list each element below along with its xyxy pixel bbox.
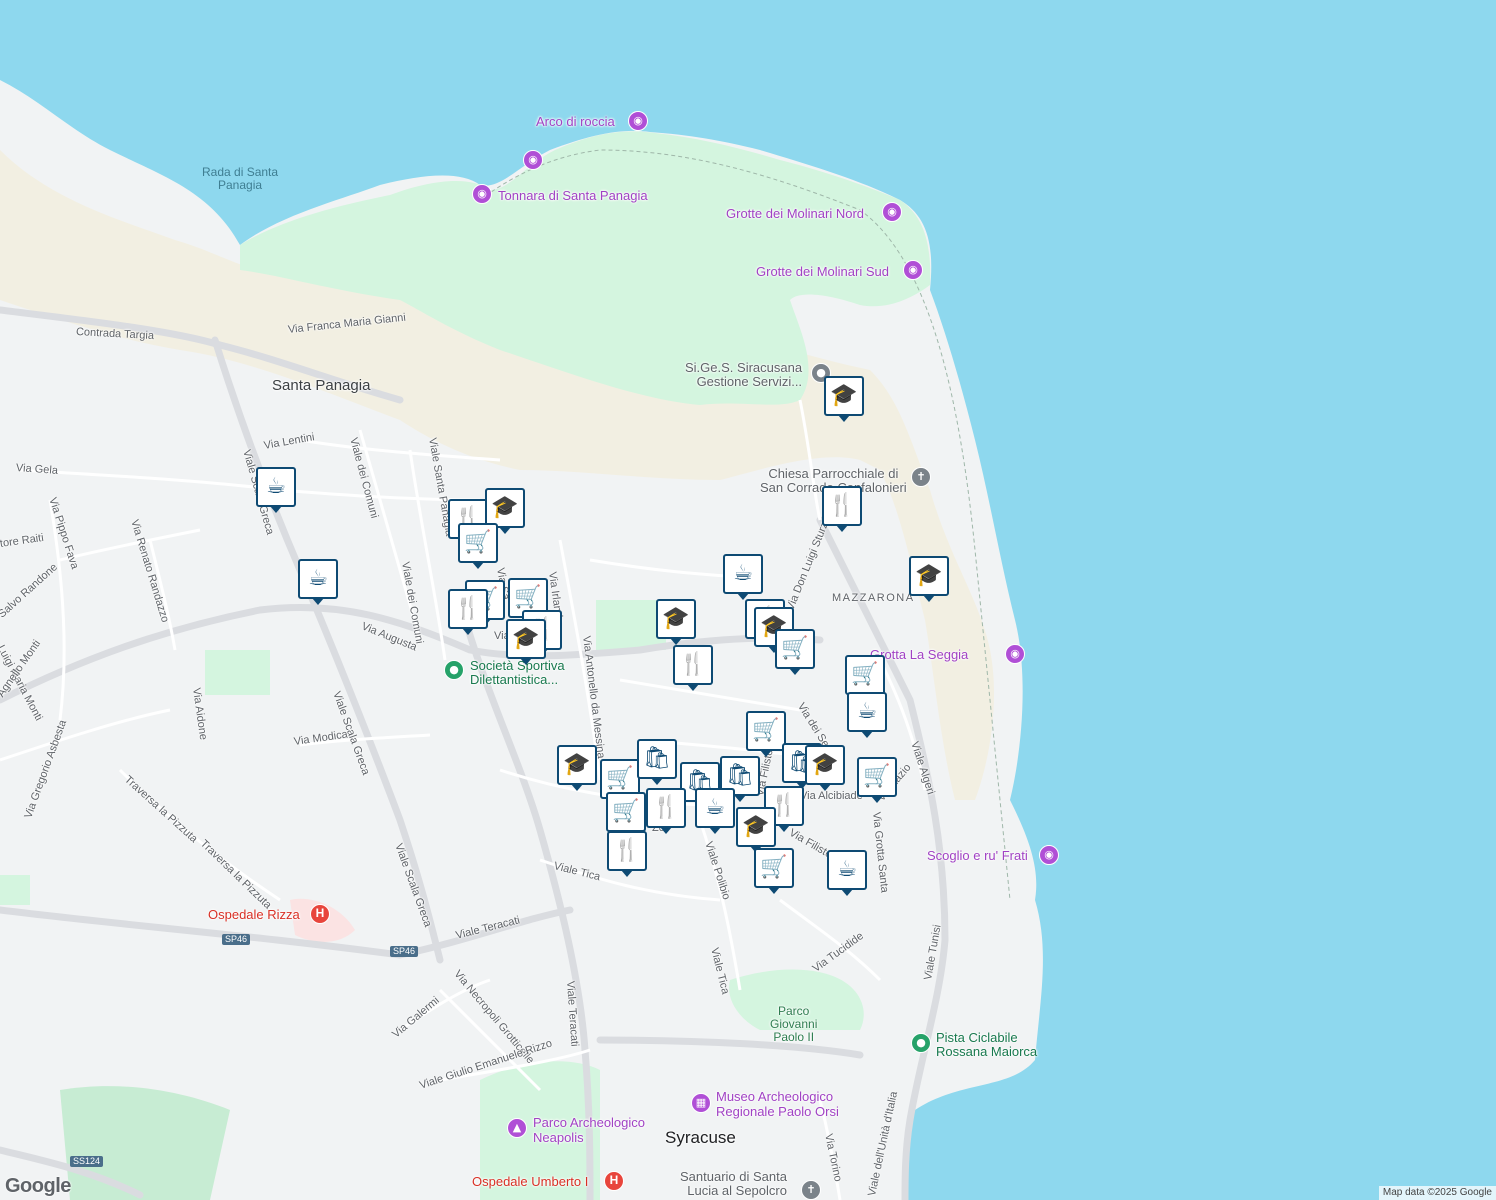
school-icon[interactable]: 🎓: [506, 619, 546, 665]
restaurant-icon[interactable]: 🍴: [822, 486, 862, 532]
place-santa-panagia: Santa Panagia: [272, 377, 371, 394]
poi-museo-paolo-orsi[interactable]: Museo Archeologico Regionale Paolo Orsi: [716, 1089, 839, 1119]
poi-grotte-molinari-nord[interactable]: Grotte dei Molinari Nord: [726, 206, 864, 221]
poi-scoglio-ru-frati[interactable]: Scoglio e ru' Frati: [927, 848, 1028, 863]
street-alcibiade: Via Alcibiade: [800, 790, 863, 802]
cafe-icon[interactable]: ☕: [723, 554, 763, 600]
restaurant-icon[interactable]: 🍴: [448, 589, 488, 635]
map-attribution[interactable]: Map data ©2025 Google: [1378, 1186, 1496, 1200]
restaurant-icon[interactable]: 🍴: [607, 831, 647, 877]
poi-arco-di-roccia[interactable]: Arco di roccia: [536, 114, 615, 129]
grocery-icon[interactable]: 🛒: [857, 757, 897, 803]
shopping-bag-icon[interactable]: 🛍: [637, 739, 677, 785]
restaurant-icon[interactable]: 🍴: [673, 645, 713, 691]
school-icon[interactable]: 🎓: [824, 376, 864, 422]
grocery-icon[interactable]: 🛒: [775, 629, 815, 675]
green-area-west: [205, 650, 270, 695]
camera-icon[interactable]: ◉: [628, 111, 648, 131]
school-icon[interactable]: 🎓: [485, 488, 525, 534]
bike-icon[interactable]: ●: [911, 1033, 931, 1053]
grocery-icon[interactable]: 🛒: [845, 655, 885, 701]
poi-parco-neapolis[interactable]: Parco Archeologico Neapolis: [533, 1115, 645, 1145]
cafe-icon[interactable]: ☕: [695, 788, 735, 834]
museum-icon[interactable]: ▦: [691, 1093, 711, 1113]
place-syracuse: Syracuse: [665, 1128, 736, 1147]
camera-icon[interactable]: ◉: [523, 150, 543, 170]
road-shield-sp46: SP46: [222, 934, 251, 945]
poi-grotte-molinari-sud[interactable]: Grotte dei Molinari Sud: [756, 264, 889, 279]
poi-societa-sportiva[interactable]: Società Sportiva Dilettantistica...: [470, 659, 565, 687]
grocery-icon[interactable]: 🛒: [458, 523, 498, 569]
grocery-icon[interactable]: 🛒: [606, 792, 646, 838]
hospital-icon[interactable]: H: [604, 1171, 624, 1191]
poi-pista-ciclabile[interactable]: Pista Ciclabile Rossana Maiorca: [936, 1031, 1037, 1059]
poi-tonnara-santa-panagia[interactable]: Tonnara di Santa Panagia: [498, 188, 648, 203]
park-icon[interactable]: ▲: [507, 1118, 527, 1138]
school-icon[interactable]: 🎓: [909, 556, 949, 602]
cafe-icon[interactable]: ☕: [847, 692, 887, 738]
place-mazzarona: MAZZARONA: [832, 592, 915, 604]
poi-parco-giovanni-paolo[interactable]: Parco Giovanni Paolo II: [770, 1005, 817, 1044]
poi-santuario-santa-lucia[interactable]: Santuario di Santa Lucia al Sepolcro: [680, 1170, 787, 1198]
school-icon[interactable]: 🎓: [805, 745, 845, 791]
cafe-icon[interactable]: ☕: [298, 559, 338, 605]
camera-icon[interactable]: ◉: [1005, 644, 1025, 664]
green-area-edge: [0, 875, 30, 905]
poi-ospedale-rizza[interactable]: Ospedale Rizza: [208, 907, 300, 922]
road-shield-sp46: SP46: [390, 946, 419, 957]
poi-sigess[interactable]: Si.Ge.S. Siracusana Gestione Servizi...: [685, 361, 802, 389]
church-icon[interactable]: ✝: [801, 1180, 821, 1200]
camera-icon[interactable]: ◉: [903, 260, 923, 280]
google-logo: Google: [5, 1175, 71, 1197]
grocery-icon[interactable]: 🛒: [754, 848, 794, 894]
poi-ospedale-umberto[interactable]: Ospedale Umberto I: [472, 1174, 588, 1189]
grocery-icon[interactable]: 🛒: [746, 711, 786, 757]
restaurant-icon[interactable]: 🍴: [646, 788, 686, 834]
camera-icon[interactable]: ◉: [882, 202, 902, 222]
school-icon[interactable]: 🎓: [557, 745, 597, 791]
school-icon[interactable]: 🎓: [656, 599, 696, 645]
green-area-southwest: [60, 1086, 230, 1200]
cafe-icon[interactable]: ☕: [256, 467, 296, 513]
road-shield-ss124: SS124: [70, 1156, 104, 1167]
camera-icon[interactable]: ◉: [1039, 845, 1059, 865]
water-rada-santa-panagia: Rada di Santa Panagia: [202, 165, 279, 192]
church-icon[interactable]: ✝: [911, 467, 931, 487]
cafe-icon[interactable]: ☕: [827, 850, 867, 896]
camera-icon[interactable]: ◉: [472, 184, 492, 204]
hospital-icon[interactable]: H: [310, 904, 330, 924]
sports-icon[interactable]: ●: [444, 660, 464, 680]
school-icon[interactable]: 🎓: [736, 807, 776, 853]
